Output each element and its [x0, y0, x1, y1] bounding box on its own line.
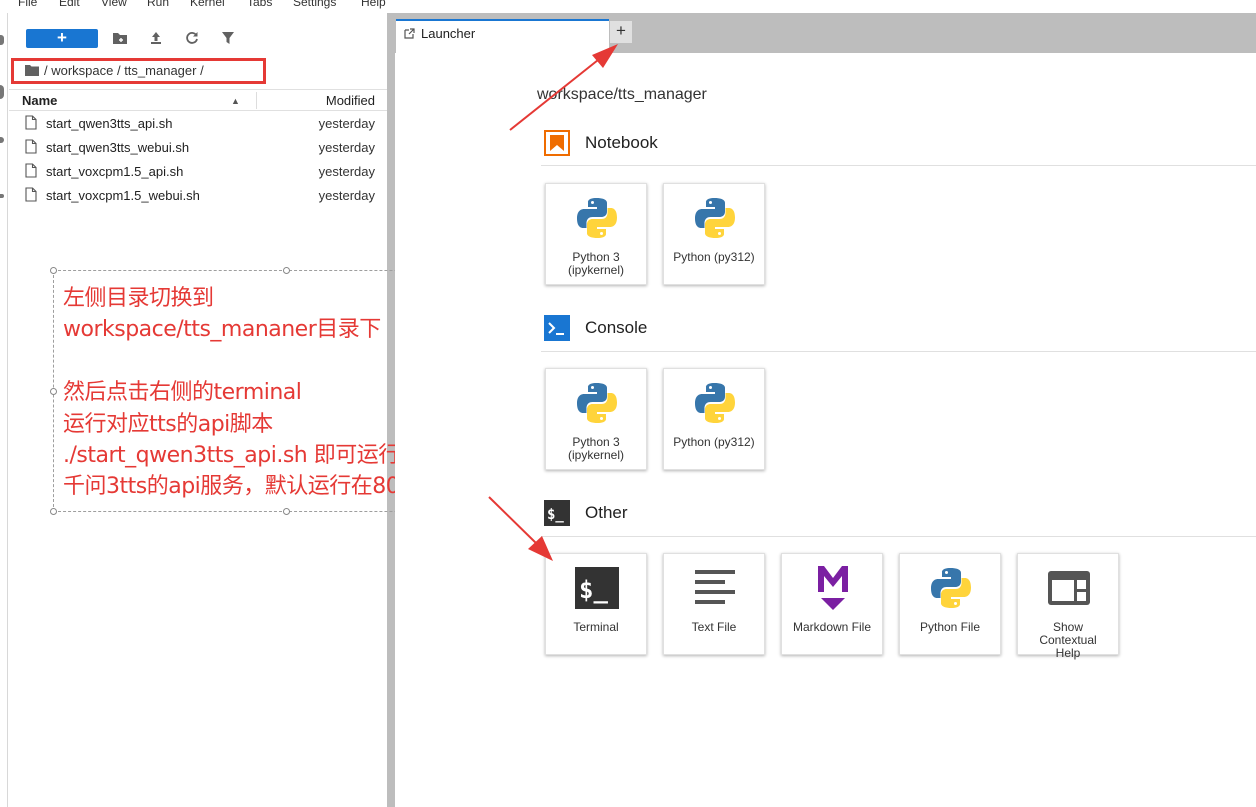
column-modified[interactable]: Modified	[326, 93, 375, 108]
section-divider	[541, 351, 1256, 352]
folder-icon[interactable]	[0, 35, 4, 45]
column-divider[interactable]	[256, 92, 257, 109]
list-item[interactable]: start_qwen3tts_webui.sh yesterday	[9, 136, 387, 160]
new-folder-icon[interactable]	[112, 30, 128, 46]
sort-ascending-icon: ▲	[231, 96, 240, 106]
launcher-card-notebook-python3[interactable]: Python 3 (ipykernel)	[545, 183, 647, 285]
resize-handle	[50, 388, 57, 395]
file-modified: yesterday	[318, 164, 375, 179]
refresh-icon[interactable]	[184, 30, 200, 46]
section-divider	[541, 165, 1256, 166]
menu-edit[interactable]: Edit	[59, 0, 80, 9]
text-file-icon	[695, 570, 735, 604]
annotation-line: workspace/tts_mananer目录下	[63, 317, 381, 342]
column-name[interactable]: Name	[22, 93, 57, 108]
menu-help[interactable]: Help	[361, 0, 386, 9]
section-title-console: Console	[585, 318, 648, 337]
console-icon	[544, 315, 570, 341]
section-title-notebook: Notebook	[585, 133, 658, 152]
tab-launcher[interactable]: Launcher	[396, 19, 609, 53]
file-icon	[25, 187, 37, 202]
card-label: Python 3 (ipykernel)	[567, 435, 624, 462]
svg-text:$_: $_	[547, 507, 564, 523]
contextual-help-icon	[1048, 571, 1090, 605]
list-item[interactable]: start_voxcpm1.5_api.sh yesterday	[9, 160, 387, 184]
card-label: Markdown File	[792, 620, 872, 634]
file-name: start_voxcpm1.5_webui.sh	[46, 188, 200, 203]
section-divider	[541, 536, 1256, 537]
activity-bar	[0, 13, 8, 807]
resize-handle	[283, 267, 290, 274]
python-icon	[577, 198, 617, 238]
launcher-card-console-py312[interactable]: Python (py312)	[663, 368, 765, 470]
annotation-line: ./start_qwen3tts_api.sh 即可运行	[63, 443, 400, 468]
file-list-header: Name ▲ Modified	[9, 89, 387, 111]
file-modified: yesterday	[318, 188, 375, 203]
main-area: Launcher + workspace/tts_manager Noteboo…	[395, 13, 1256, 807]
resize-handle	[50, 267, 57, 274]
markdown-icon	[818, 566, 848, 610]
annotation-line: 左侧目录切换到	[63, 286, 214, 311]
launcher-card-markdown-file[interactable]: Markdown File	[781, 553, 883, 655]
file-name: start_voxcpm1.5_api.sh	[46, 164, 184, 179]
python-icon	[577, 383, 617, 423]
resize-handle	[283, 508, 290, 515]
launcher-path: workspace/tts_manager	[537, 86, 707, 103]
tab-bar: Launcher +	[395, 13, 1256, 53]
menu-tabs[interactable]: Tabs	[247, 0, 272, 9]
commands-icon[interactable]	[0, 137, 4, 143]
running-icon[interactable]	[0, 85, 4, 99]
notebook-icon	[544, 130, 570, 156]
terminal-icon: $_	[575, 567, 619, 609]
launcher-card-notebook-py312[interactable]: Python (py312)	[663, 183, 765, 285]
section-title-other: Other	[585, 503, 628, 522]
card-label: Python (py312)	[673, 435, 755, 449]
file-name: start_qwen3tts_api.sh	[46, 116, 173, 131]
launcher-card-python-file[interactable]: Python File	[899, 553, 1001, 655]
python-icon	[695, 383, 735, 423]
file-name: start_qwen3tts_webui.sh	[46, 140, 190, 155]
launcher-card-terminal[interactable]: $_ Terminal	[545, 553, 647, 655]
menu-view[interactable]: View	[101, 0, 127, 9]
annotation-line: 运行对应tts的api脚本	[63, 412, 273, 437]
card-label: Python 3 (ipykernel)	[567, 250, 624, 277]
python-icon	[695, 198, 735, 238]
folder-icon	[25, 65, 39, 76]
filter-icon[interactable]	[220, 30, 236, 46]
svg-text:$_: $_	[579, 576, 608, 604]
file-icon	[25, 115, 37, 130]
tab-label: Launcher	[421, 26, 476, 41]
file-modified: yesterday	[318, 116, 375, 131]
terminal-icon: $_	[544, 500, 570, 526]
extension-icon[interactable]	[0, 194, 4, 198]
launch-icon	[404, 28, 415, 39]
launcher-card-console-python3[interactable]: Python 3 (ipykernel)	[545, 368, 647, 470]
launcher-card-contextual-help[interactable]: Show Contextual Help	[1017, 553, 1119, 660]
card-label: Terminal	[573, 620, 619, 634]
upload-icon[interactable]	[148, 30, 164, 46]
menu-run[interactable]: Run	[147, 0, 169, 9]
python-icon	[931, 568, 971, 608]
card-label: Show Contextual Help	[1039, 620, 1097, 660]
file-icon	[25, 139, 37, 154]
list-item[interactable]: start_voxcpm1.5_webui.sh yesterday	[9, 184, 387, 208]
list-item[interactable]: start_qwen3tts_api.sh yesterday	[9, 112, 387, 136]
file-modified: yesterday	[318, 140, 375, 155]
new-launcher-button[interactable]: +	[26, 29, 98, 48]
menu-settings[interactable]: Settings	[293, 0, 336, 9]
menu-kernel[interactable]: Kernel	[190, 0, 225, 9]
annotation-line: 然后点击右侧的terminal	[63, 380, 302, 405]
file-icon	[25, 163, 37, 178]
resize-handle	[50, 508, 57, 515]
breadcrumb[interactable]: / workspace / tts_manager /	[44, 63, 204, 78]
launcher-card-text-file[interactable]: Text File	[663, 553, 765, 655]
menubar: File Edit View Run Kernel Tabs Settings …	[0, 0, 1256, 13]
menu-file[interactable]: File	[18, 0, 37, 9]
card-label: Python (py312)	[673, 250, 755, 264]
card-label: Python File	[919, 620, 981, 634]
card-label: Text File	[691, 620, 737, 634]
add-tab-button[interactable]: +	[610, 21, 632, 43]
